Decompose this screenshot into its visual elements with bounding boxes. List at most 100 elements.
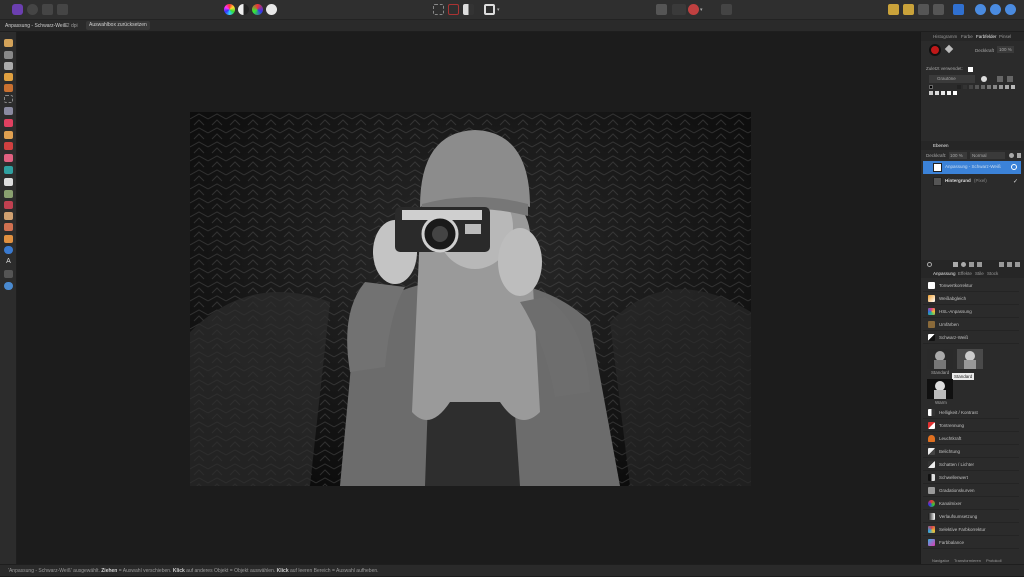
- layer-visibility-icon[interactable]: [1011, 164, 1017, 170]
- add-fx-icon[interactable]: [969, 262, 974, 267]
- flip-dropdown-icon[interactable]: ▾: [700, 7, 703, 13]
- tab-adjustment[interactable]: Anpassung: [933, 269, 956, 278]
- studio-1-icon[interactable]: [975, 4, 986, 15]
- palette-menu-icon[interactable]: [981, 76, 987, 82]
- layer-visibility-icon[interactable]: ✓: [1013, 178, 1018, 185]
- palette-sort-icon[interactable]: [1007, 76, 1013, 82]
- adjustment-item[interactable]: Kanalmixer: [923, 497, 1019, 510]
- contrast-icon[interactable]: [238, 4, 249, 15]
- swatch[interactable]: [947, 91, 951, 95]
- adjustment-item[interactable]: Umfärben: [923, 318, 1019, 331]
- fill-tool-icon[interactable]: [4, 166, 13, 174]
- adjustment-item[interactable]: Leuchtkraft: [923, 432, 1019, 445]
- swatch[interactable]: [1005, 85, 1009, 89]
- clone-tool-icon[interactable]: [4, 190, 13, 198]
- snapping-icon[interactable]: [484, 4, 495, 15]
- erase-brush-icon[interactable]: [4, 154, 13, 162]
- group-icon[interactable]: [918, 4, 929, 15]
- blur-tool-icon[interactable]: [4, 201, 13, 209]
- studio-2-icon[interactable]: [990, 4, 1001, 15]
- swatch[interactable]: [969, 85, 973, 89]
- tab-swatches[interactable]: Farbfelder: [976, 32, 997, 41]
- swatch[interactable]: [929, 91, 933, 95]
- blend-mode-dropdown[interactable]: Normal: [970, 152, 1005, 159]
- marquee-tool-icon[interactable]: [4, 95, 13, 103]
- tab-stock[interactable]: Stock: [987, 269, 998, 278]
- align-icon[interactable]: [672, 4, 686, 15]
- zoom-tool-icon[interactable]: [4, 282, 13, 290]
- pen-tool-icon[interactable]: [4, 235, 13, 243]
- paint-brush-icon[interactable]: [4, 131, 13, 139]
- layer-icon[interactable]: [903, 4, 914, 15]
- view-tool-icon[interactable]: [4, 270, 13, 278]
- swatch[interactable]: [941, 91, 945, 95]
- adjustment-item[interactable]: Belichtung: [923, 445, 1019, 458]
- hand-tool-icon[interactable]: [4, 39, 13, 47]
- selection-brush-icon[interactable]: [4, 73, 13, 81]
- add-layer-icon[interactable]: [1007, 262, 1012, 267]
- opacity-value[interactable]: 100 %: [997, 46, 1014, 53]
- marquee-icon[interactable]: [433, 4, 444, 15]
- fill-color-well[interactable]: [929, 44, 941, 56]
- crop-tool-icon[interactable]: [4, 62, 13, 70]
- adjustment-item[interactable]: Schatten / Lichter: [923, 458, 1019, 471]
- adjustment-item[interactable]: Schwarz-Weiß: [923, 331, 1019, 344]
- adjustment-item[interactable]: Gradationskurven: [923, 484, 1019, 497]
- tab-layers[interactable]: Ebenen: [933, 141, 949, 150]
- white-balance-icon[interactable]: [266, 4, 277, 15]
- adjustment-item[interactable]: Tontrennung: [923, 419, 1019, 432]
- menu-icon[interactable]: [953, 4, 964, 15]
- swatch[interactable]: [987, 85, 991, 89]
- palette-add-icon[interactable]: [997, 76, 1003, 82]
- smudge-tool-icon[interactable]: [4, 212, 13, 220]
- palette-dropdown[interactable]: Grautöne: [929, 75, 975, 83]
- layer-row[interactable]: Anpassung - Schwarz-Weiß: [923, 161, 1021, 174]
- move-icon[interactable]: [888, 4, 899, 15]
- swatch[interactable]: [993, 85, 997, 89]
- tab-histogram[interactable]: Histogramm: [933, 32, 957, 41]
- add-adjustment-icon[interactable]: [953, 262, 958, 267]
- tab-color[interactable]: Farbe: [961, 32, 973, 41]
- studio-3-icon[interactable]: [1005, 4, 1016, 15]
- layer-lock-icon[interactable]: [1017, 153, 1021, 158]
- text-tool-icon[interactable]: A: [4, 258, 13, 266]
- adjustment-item[interactable]: Tonwertkorrektur: [923, 279, 1019, 292]
- adjustment-item[interactable]: Schwellenwert: [923, 471, 1019, 484]
- tab-styles[interactable]: Stile: [975, 269, 984, 278]
- swatch[interactable]: [935, 91, 939, 95]
- preset-thumbnail[interactable]: [927, 379, 953, 399]
- adjustment-item[interactable]: Weißabgleich: [923, 292, 1019, 305]
- adjustment-item[interactable]: Verlaufsumsetzung: [923, 510, 1019, 523]
- color-wheel-icon[interactable]: [224, 4, 235, 15]
- assistant-icon[interactable]: [721, 4, 732, 15]
- color-balance-icon[interactable]: [252, 4, 263, 15]
- adjustment-item[interactable]: Farbbalance: [923, 536, 1019, 549]
- add-brush-icon[interactable]: [977, 262, 982, 267]
- photo-persona-icon[interactable]: [12, 4, 23, 15]
- preset-thumbnail[interactable]: [957, 349, 983, 369]
- swatch[interactable]: [975, 85, 979, 89]
- arrange-icon[interactable]: [656, 4, 667, 15]
- snapping-dropdown-icon[interactable]: ▾: [497, 7, 500, 13]
- swatch[interactable]: [963, 85, 967, 89]
- invert-selection-icon[interactable]: [463, 4, 474, 15]
- color-picker-icon[interactable]: [4, 119, 13, 127]
- layer-mask-icon[interactable]: [927, 262, 932, 267]
- add-filter-icon[interactable]: [961, 262, 966, 267]
- develop-persona-icon[interactable]: [42, 4, 53, 15]
- layer-row[interactable]: Hintergrund (Pixel) ✓: [923, 175, 1021, 188]
- ungroup-icon[interactable]: [933, 4, 944, 15]
- eyedropper-icon[interactable]: [944, 44, 954, 54]
- adjustment-item[interactable]: Helligkeit / Kontrast: [923, 406, 1019, 419]
- adjustment-item[interactable]: HSL-Anpassung: [923, 305, 1019, 318]
- swatch[interactable]: [999, 85, 1003, 89]
- layer-opacity-value[interactable]: 100 %: [949, 152, 967, 159]
- freehand-select-icon[interactable]: [4, 107, 13, 115]
- flip-icon[interactable]: [688, 4, 699, 15]
- preset-thumbnail[interactable]: [927, 349, 953, 369]
- inpainting-tool-icon[interactable]: [4, 223, 13, 231]
- liquify-persona-icon[interactable]: [27, 4, 38, 15]
- export-persona-icon[interactable]: [57, 4, 68, 15]
- adjustment-item[interactable]: Selektive Farbkorrektur: [923, 523, 1019, 536]
- swatch[interactable]: [1011, 85, 1015, 89]
